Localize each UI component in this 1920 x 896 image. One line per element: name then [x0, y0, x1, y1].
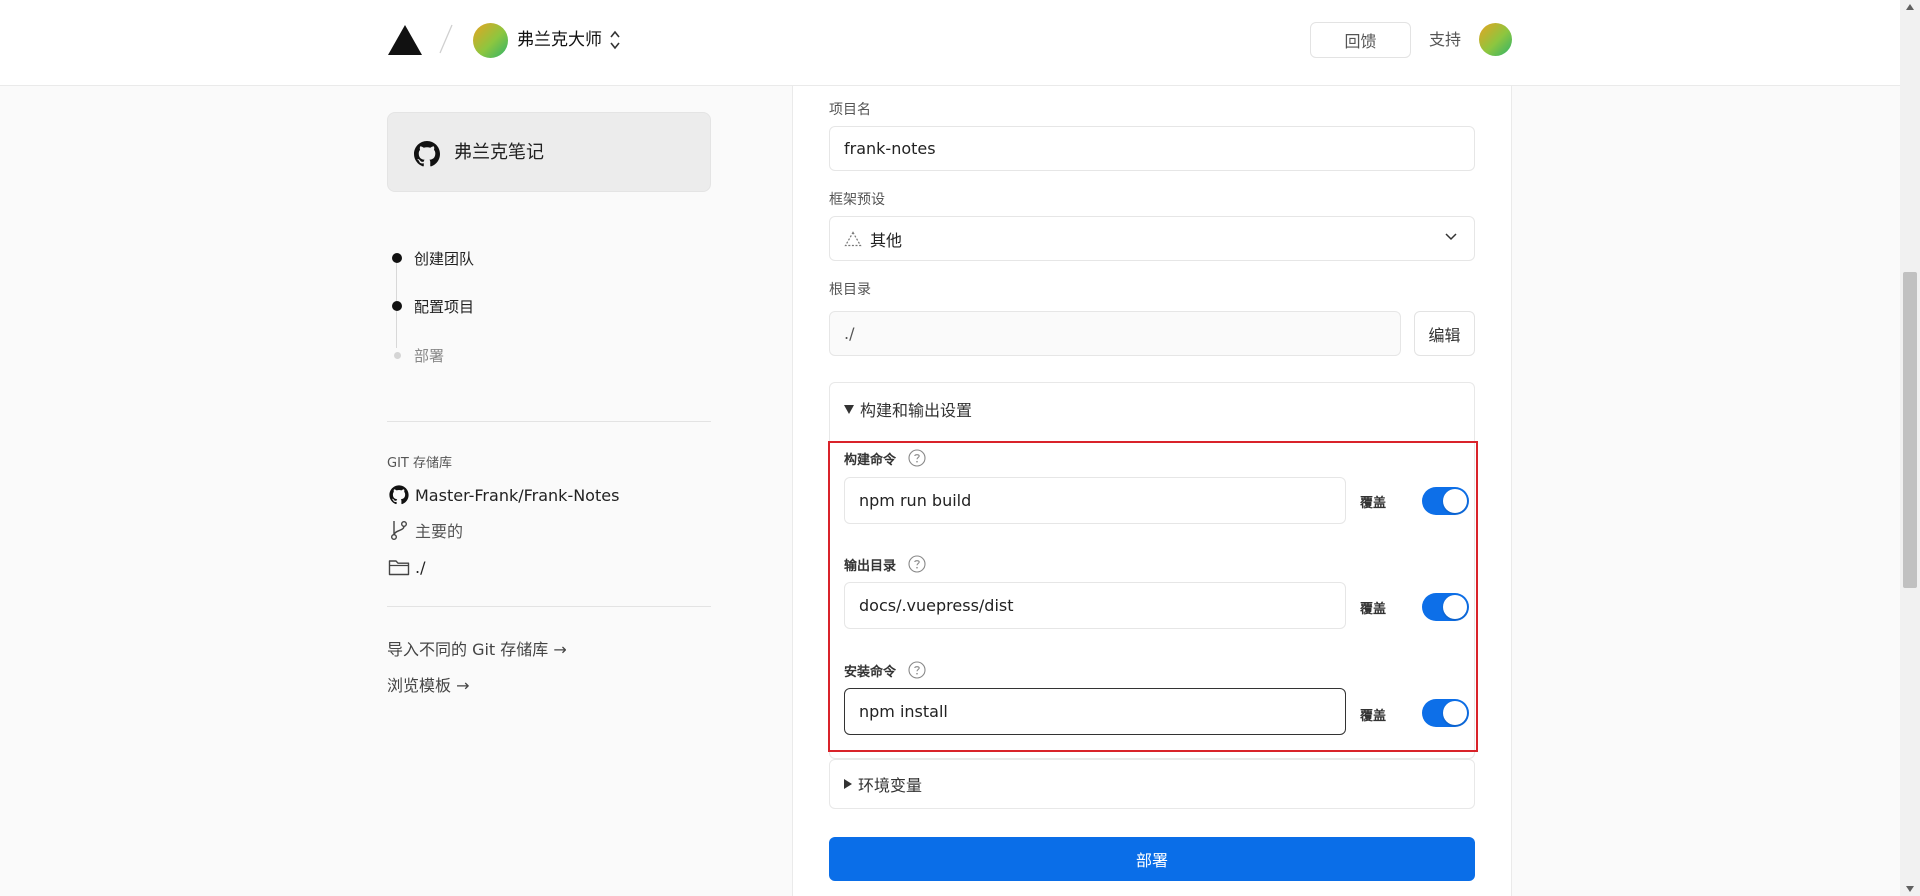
env-vars-toggle[interactable]: 环境变量 [844, 773, 922, 795]
github-icon [414, 141, 440, 167]
git-repo-row[interactable]: Master-Frank/Frank-Notes [387, 483, 619, 507]
install-command-label: 安装命令 [844, 664, 897, 680]
toggle-knob [1443, 701, 1467, 725]
sidebar-divider [387, 421, 711, 422]
build-command-label: 构建命令 [844, 452, 897, 468]
build-command-input[interactable]: npm run build [844, 477, 1346, 524]
support-link[interactable]: 支持 [1429, 29, 1461, 51]
install-command-override-toggle[interactable] [1422, 699, 1469, 727]
git-section-title: GIT 存储库 [387, 456, 452, 471]
root-dir-input: ./ [829, 311, 1401, 356]
step-label: 创建团队 [414, 249, 475, 268]
step-dot [394, 351, 401, 359]
git-branch-icon [390, 521, 407, 541]
output-dir-label-row: 输出目录 [844, 554, 926, 574]
framework-select[interactable]: 其他 [829, 216, 1475, 261]
toggle-knob [1443, 489, 1467, 513]
help-circle-icon[interactable] [908, 661, 926, 679]
override-label: 覆盖 [1360, 496, 1387, 511]
feedback-button[interactable]: 回馈 [1310, 22, 1411, 58]
build-output-settings-title: 构建和输出设置 [860, 401, 973, 420]
user-avatar[interactable] [1479, 23, 1512, 56]
output-dir-label: 输出目录 [844, 558, 897, 574]
project-name-label: 项目名 [829, 102, 871, 118]
chevron-down-icon [1445, 233, 1457, 241]
step-dot [392, 253, 402, 263]
page-scrollbar[interactable] [1900, 0, 1920, 896]
root-dir-label: 根目录 [829, 282, 871, 298]
git-branch-row: 主要的 [387, 518, 463, 542]
branch-name: 主要的 [415, 522, 464, 541]
root-path: ./ [415, 557, 426, 577]
framework-value: 其他 [870, 230, 903, 250]
output-dir-override-toggle[interactable] [1422, 593, 1469, 621]
chevron-up-down-icon[interactable] [608, 27, 622, 53]
help-circle-icon[interactable] [908, 449, 926, 467]
scroll-down-arrow-icon[interactable] [1906, 886, 1914, 892]
breadcrumb-slash-icon [439, 24, 453, 54]
github-icon [389, 485, 409, 505]
team-avatar[interactable] [473, 23, 508, 58]
scroll-up-arrow-icon[interactable] [1906, 4, 1914, 10]
framework-label: 框架预设 [829, 192, 885, 208]
repo-card: 弗兰克笔记 [387, 112, 711, 192]
deploy-button[interactable]: 部署 [829, 837, 1475, 881]
override-label: 覆盖 [1360, 602, 1387, 617]
step-label: 部署 [414, 346, 445, 365]
install-command-label-row: 安装命令 [844, 660, 926, 680]
env-vars-title: 环境变量 [858, 776, 923, 795]
scrollbar-thumb[interactable] [1903, 272, 1917, 588]
edit-root-dir-button[interactable]: 编辑 [1414, 311, 1475, 356]
override-label: 覆盖 [1360, 709, 1387, 724]
output-dir-input[interactable]: docs/.vuepress/dist [844, 582, 1346, 629]
repo-card-name: 弗兰克笔记 [454, 142, 544, 163]
team-name[interactable]: 弗兰克大师 [517, 28, 602, 52]
folder-icon [388, 560, 410, 576]
build-output-settings-toggle[interactable]: 构建和输出设置 [844, 398, 972, 420]
build-command-override-toggle[interactable] [1422, 487, 1469, 515]
browse-templates-link[interactable]: 浏览模板 → [387, 672, 470, 696]
caret-right-icon [844, 779, 852, 789]
toggle-knob [1443, 595, 1467, 619]
caret-down-icon [844, 404, 854, 414]
vercel-logo-icon[interactable] [387, 24, 423, 56]
step-label: 配置项目 [414, 297, 475, 316]
help-circle-icon[interactable] [908, 555, 926, 573]
project-name-input[interactable]: frank-notes [829, 126, 1475, 171]
install-command-input[interactable]: npm install [844, 688, 1346, 735]
env-vars-section[interactable] [829, 759, 1475, 809]
repo-full-name[interactable]: Master-Frank/Frank-Notes [415, 486, 619, 505]
import-repo-link[interactable]: 导入不同的 Git 存储库 → [387, 636, 567, 660]
step-dot [392, 301, 402, 311]
top-header: 弗兰克大师 回馈 支持 [0, 0, 1900, 86]
sidebar-divider [387, 606, 711, 607]
framework-other-icon [844, 230, 862, 246]
progress-steps: 创建团队 配置项目 部署 [387, 246, 707, 366]
build-command-label-row: 构建命令 [844, 448, 926, 468]
git-root-row: ./ [387, 555, 425, 579]
